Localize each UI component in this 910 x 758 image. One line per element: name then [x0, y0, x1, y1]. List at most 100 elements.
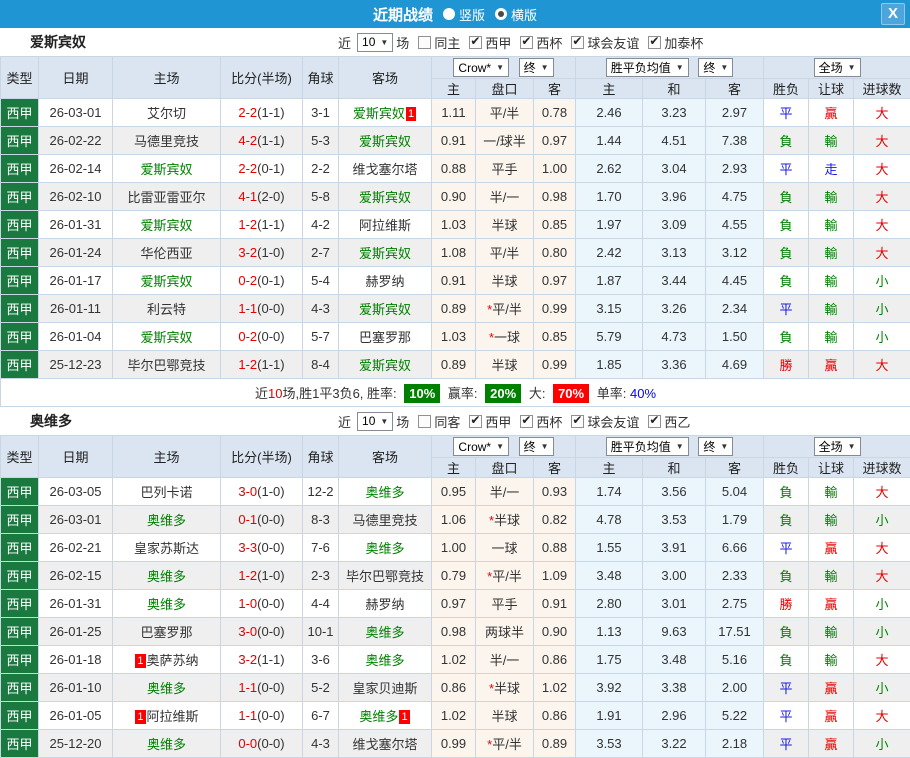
league-cell: 西甲	[1, 155, 39, 183]
mean-draw-cell: 3.44	[643, 267, 706, 295]
odds-source-select[interactable]: Crow*	[453, 58, 509, 77]
col-header-home: 主场	[113, 57, 221, 99]
away-team-cell: 爱斯宾奴	[339, 127, 432, 155]
mean-draw-cell: 4.73	[643, 323, 706, 351]
same-away-label[interactable]: 同客	[434, 412, 460, 431]
handicap-result-cell: 贏	[809, 351, 854, 379]
mean-source-select[interactable]: 胜平负均值	[606, 58, 689, 77]
league-label-laliga[interactable]: 西甲	[485, 412, 511, 431]
scope-select[interactable]: 全场	[814, 58, 861, 77]
away-team-cell: 爱斯宾奴	[339, 183, 432, 211]
handicap-result-cell: 贏	[809, 674, 854, 702]
handicap-result-cell: 輸	[809, 183, 854, 211]
date-cell: 26-01-05	[39, 702, 113, 730]
league-label-segunda[interactable]: 西乙	[664, 412, 690, 431]
odds-final-select[interactable]: 终	[519, 58, 554, 77]
league-cell: 西甲	[1, 351, 39, 379]
recent-count-select[interactable]: 10	[357, 412, 393, 431]
league-label-friendly[interactable]: 球会友谊	[587, 33, 639, 52]
league-checkbox-friendly[interactable]	[571, 415, 584, 428]
team-name: 奥维多	[30, 411, 72, 431]
mean-final-select[interactable]: 终	[698, 437, 733, 456]
mean-draw-cell: 3.13	[643, 239, 706, 267]
col-header-score: 比分(半场)	[221, 436, 303, 478]
league-cell: 西甲	[1, 478, 39, 506]
league-label-copa[interactable]: 西杯	[536, 412, 562, 431]
result-cell: 勝	[764, 590, 809, 618]
goals-result-cell: 小	[854, 267, 910, 295]
recent-label: 近	[338, 33, 351, 52]
home-team-cell: 奥维多	[113, 674, 221, 702]
close-icon[interactable]: X	[881, 3, 905, 25]
mean-home-cell: 1.13	[576, 618, 643, 646]
result-cell: 負	[764, 211, 809, 239]
result-cell: 平	[764, 295, 809, 323]
scope-header-cell: 全场	[764, 436, 910, 458]
handicap-result-cell: 輸	[809, 618, 854, 646]
col-header-date: 日期	[39, 57, 113, 99]
away-team-cell: 爱斯宾奴	[339, 239, 432, 267]
mean-draw-cell: 3.48	[643, 646, 706, 674]
handicap-line-cell: *平/半	[476, 730, 534, 758]
col-header-odds-away: 客	[534, 79, 576, 99]
recent-count-select[interactable]: 10	[357, 33, 393, 52]
league-checkbox-laliga[interactable]	[469, 415, 482, 428]
mean-away-cell: 5.04	[706, 478, 764, 506]
col-header-mean-draw: 和	[643, 458, 706, 478]
league-label-laliga[interactable]: 西甲	[485, 33, 511, 52]
handicap-line-cell: 一球	[476, 534, 534, 562]
score-cell: 1-2(1-1)	[221, 351, 303, 379]
league-checkbox-segunda[interactable]	[648, 415, 661, 428]
same-away-checkbox[interactable]	[418, 415, 431, 428]
handicap-result-cell: 輸	[809, 506, 854, 534]
mean-draw-cell: 3.22	[643, 730, 706, 758]
goals-result-cell: 小	[854, 674, 910, 702]
home-odds-cell: 0.90	[432, 183, 476, 211]
home-odds-cell: 0.88	[432, 155, 476, 183]
mean-final-select[interactable]: 终	[698, 58, 733, 77]
asian-rate-badge: 20%	[485, 384, 521, 403]
vertical-layout-label[interactable]: 竖版	[459, 5, 485, 24]
odds-final-select[interactable]: 终	[519, 437, 554, 456]
league-label-friendly[interactable]: 球会友谊	[587, 412, 639, 431]
league-checkbox-laliga[interactable]	[469, 36, 482, 49]
col-header-away: 客场	[339, 436, 432, 478]
odds-source-select[interactable]: Crow*	[453, 437, 509, 456]
league-checkbox-friendly[interactable]	[571, 36, 584, 49]
handicap-line-cell: 半球	[476, 702, 534, 730]
mean-home-cell: 2.80	[576, 590, 643, 618]
mean-home-cell: 1.70	[576, 183, 643, 211]
big-rate-badge: 70%	[553, 384, 589, 403]
league-label-copa[interactable]: 西杯	[536, 33, 562, 52]
scope-select[interactable]: 全场	[814, 437, 861, 456]
vertical-layout-radio[interactable]	[443, 8, 455, 20]
dialog-title: 近期战绩	[373, 4, 433, 25]
same-home-checkbox[interactable]	[418, 36, 431, 49]
goals-result-cell: 小	[854, 506, 910, 534]
league-checkbox-catalan[interactable]	[648, 36, 661, 49]
title-bar: 近期战绩 竖版 横版 X	[0, 0, 910, 28]
corner-cell: 4-3	[303, 295, 339, 323]
league-label-catalan[interactable]: 加泰杯	[664, 33, 703, 52]
away-odds-cell: 0.93	[534, 478, 576, 506]
home-odds-cell: 0.89	[432, 295, 476, 323]
mean-away-cell: 1.50	[706, 323, 764, 351]
away-odds-cell: 0.97	[534, 267, 576, 295]
recent-label: 近	[338, 412, 351, 431]
away-team-cell: 赫罗纳	[339, 267, 432, 295]
match-row: 西甲 26-02-10 比雷亚雷亚尔 4-1(2-0) 5-8 爱斯宾奴 0.9…	[1, 183, 910, 211]
same-home-label[interactable]: 同主	[434, 33, 460, 52]
league-checkbox-copa[interactable]	[520, 36, 533, 49]
home-team-cell: 马德里竞技	[113, 127, 221, 155]
league-checkbox-copa[interactable]	[520, 415, 533, 428]
goals-result-cell: 大	[854, 702, 910, 730]
mean-source-select[interactable]: 胜平负均值	[606, 437, 689, 456]
away-team-cell: 奥维多	[339, 618, 432, 646]
horizontal-layout-radio[interactable]	[495, 8, 507, 20]
horizontal-layout-label[interactable]: 横版	[511, 5, 537, 24]
mean-home-cell: 1.55	[576, 534, 643, 562]
league-cell: 西甲	[1, 618, 39, 646]
home-odds-cell: 1.06	[432, 506, 476, 534]
away-team-cell: 维戈塞尔塔	[339, 155, 432, 183]
handicap-line-cell: 半/一	[476, 646, 534, 674]
